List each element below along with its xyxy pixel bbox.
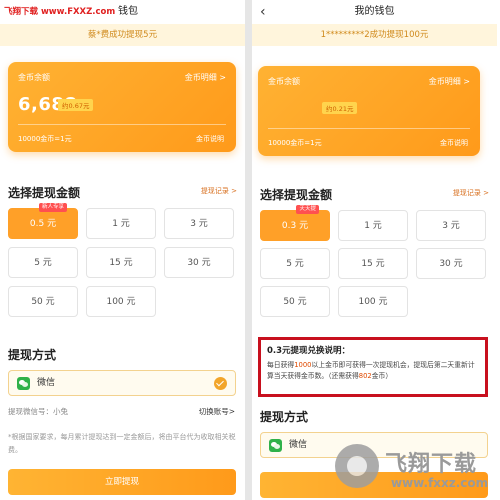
top-bar: ‹ 我的钱包 [252, 0, 497, 24]
explanation-text: 每日获得1000以上金币即可获得一次提现机会，提现后第二天重新计算当天获得金币数… [267, 360, 479, 382]
coin-threshold: 1000 [294, 361, 312, 369]
withdraw-records-link[interactable]: 提现记录 > [201, 186, 237, 196]
back-arrow-icon[interactable]: ‹ [260, 0, 266, 24]
coin-balance-label: 金币余额 [268, 77, 300, 86]
amount-option[interactable]: 30 元 [164, 247, 234, 278]
panel-divider [245, 0, 252, 500]
watermark-logo-icon [335, 444, 379, 488]
switch-account-link[interactable]: 切换账号> [199, 406, 235, 417]
amount-option[interactable]: 50 元 [260, 286, 330, 317]
amount-option[interactable]: 100 元 [338, 286, 408, 317]
amount-option[interactable]: 15 元 [86, 247, 156, 278]
withdraw-explanation: 0.3元提现兑换说明： 每日获得1000以上金币即可获得一次提现机会，提现后第二… [258, 337, 488, 397]
card-divider [268, 128, 470, 129]
watermark-text: 飞翔下载 [385, 452, 478, 477]
amount-option-selected[interactable]: 0.3 元 天天提 [260, 205, 330, 241]
amount-option[interactable]: 1 元 [338, 210, 408, 241]
wechat-account-label: 提现微信号：小兔 [8, 407, 68, 416]
wechat-option[interactable]: 微信 [8, 370, 236, 396]
coin-explain-link[interactable]: 金币说明 [440, 138, 468, 148]
amount-option[interactable]: 100 元 [86, 286, 156, 317]
amount-option-selected[interactable]: 0.5 元 新人专享 [8, 203, 78, 239]
left-screen: 飞翔下载 www.FXXZ.com 钱包 蔡*费成功提现5元 金币余额 金币明细… [0, 0, 245, 500]
daily-badge: 天天提 [296, 205, 319, 214]
withdraw-notice: 蔡*费成功提现5元 [0, 24, 245, 46]
method-section-title: 提现方式 [260, 410, 309, 424]
top-bar: 飞翔下载 www.FXXZ.com 钱包 [0, 0, 245, 24]
explain-text-part: 每日获得 [267, 361, 295, 369]
coins-needed: 802 [358, 372, 372, 380]
amount-option[interactable]: 1 元 [86, 208, 156, 239]
method-section-title: 提现方式 [8, 348, 57, 362]
coin-balance-label: 金币余额 [18, 73, 50, 82]
page-title: 钱包 [118, 6, 138, 17]
wechat-label: 微信 [289, 440, 308, 450]
explain-text-part: 金币） [371, 372, 393, 380]
amount-option[interactable]: 15 元 [338, 248, 408, 279]
explanation-title: 0.3元提现兑换说明： [267, 346, 351, 356]
card-divider [18, 124, 226, 125]
amount-option[interactable]: 3 元 [164, 208, 234, 239]
amount-option[interactable]: 3 元 [416, 210, 486, 241]
amount-option[interactable]: 30 元 [416, 248, 486, 279]
check-icon [214, 377, 227, 390]
watermark-url: www.fxxz.com [391, 476, 489, 490]
withdraw-button[interactable]: 立即提现 [8, 469, 236, 495]
fxxz-watermark: 飞翔下载 www.fxxz.com [335, 440, 489, 500]
amount-option[interactable]: 5 元 [8, 247, 78, 278]
coin-card: 金币余额 金币明细 > 6,688 约0.67元 10000金币=1元 金币说明 [8, 62, 236, 152]
right-screen: ‹ 我的钱包 1*********2成功提现100元 金币余额 金币明细 > 约… [252, 0, 497, 500]
wechat-label: 微信 [37, 378, 56, 388]
coin-detail-link[interactable]: 金币明细 > [429, 76, 470, 87]
coin-explain-link[interactable]: 金币说明 [196, 134, 224, 144]
coin-approx-value: 约0.67元 [58, 99, 94, 111]
amount-label: 0.5 元 [29, 219, 57, 229]
coin-rate: 10000金币=1元 [268, 139, 322, 147]
withdraw-notice: 1*********2成功提现100元 [252, 24, 497, 46]
amount-option[interactable]: 5 元 [260, 248, 330, 279]
page-title: 我的钱包 [354, 6, 395, 17]
coin-rate: 10000金币=1元 [18, 135, 72, 143]
amount-section-title: 选择提现金额 [260, 188, 333, 202]
amount-section-title: 选择提现金额 [8, 186, 81, 200]
coin-detail-link[interactable]: 金币明细 > [185, 72, 226, 83]
amount-label: 0.3 元 [281, 221, 309, 231]
site-watermark: 飞翔下载 www.FXXZ.com [4, 7, 116, 17]
coin-card: 金币余额 金币明细 > 约0.21元 10000金币=1元 金币说明 [258, 66, 480, 156]
newbie-badge: 新人专享 [38, 203, 67, 212]
wechat-icon [269, 439, 282, 452]
coin-approx-value: 约0.21元 [322, 102, 358, 114]
withdraw-records-link[interactable]: 提现记录 > [453, 188, 489, 198]
wechat-icon [17, 377, 30, 390]
tax-footnote: *根据国家要求，每月累计提现达到一定金额后，将由平台代为收取相关税费。 [8, 433, 236, 454]
amount-option[interactable]: 50 元 [8, 286, 78, 317]
